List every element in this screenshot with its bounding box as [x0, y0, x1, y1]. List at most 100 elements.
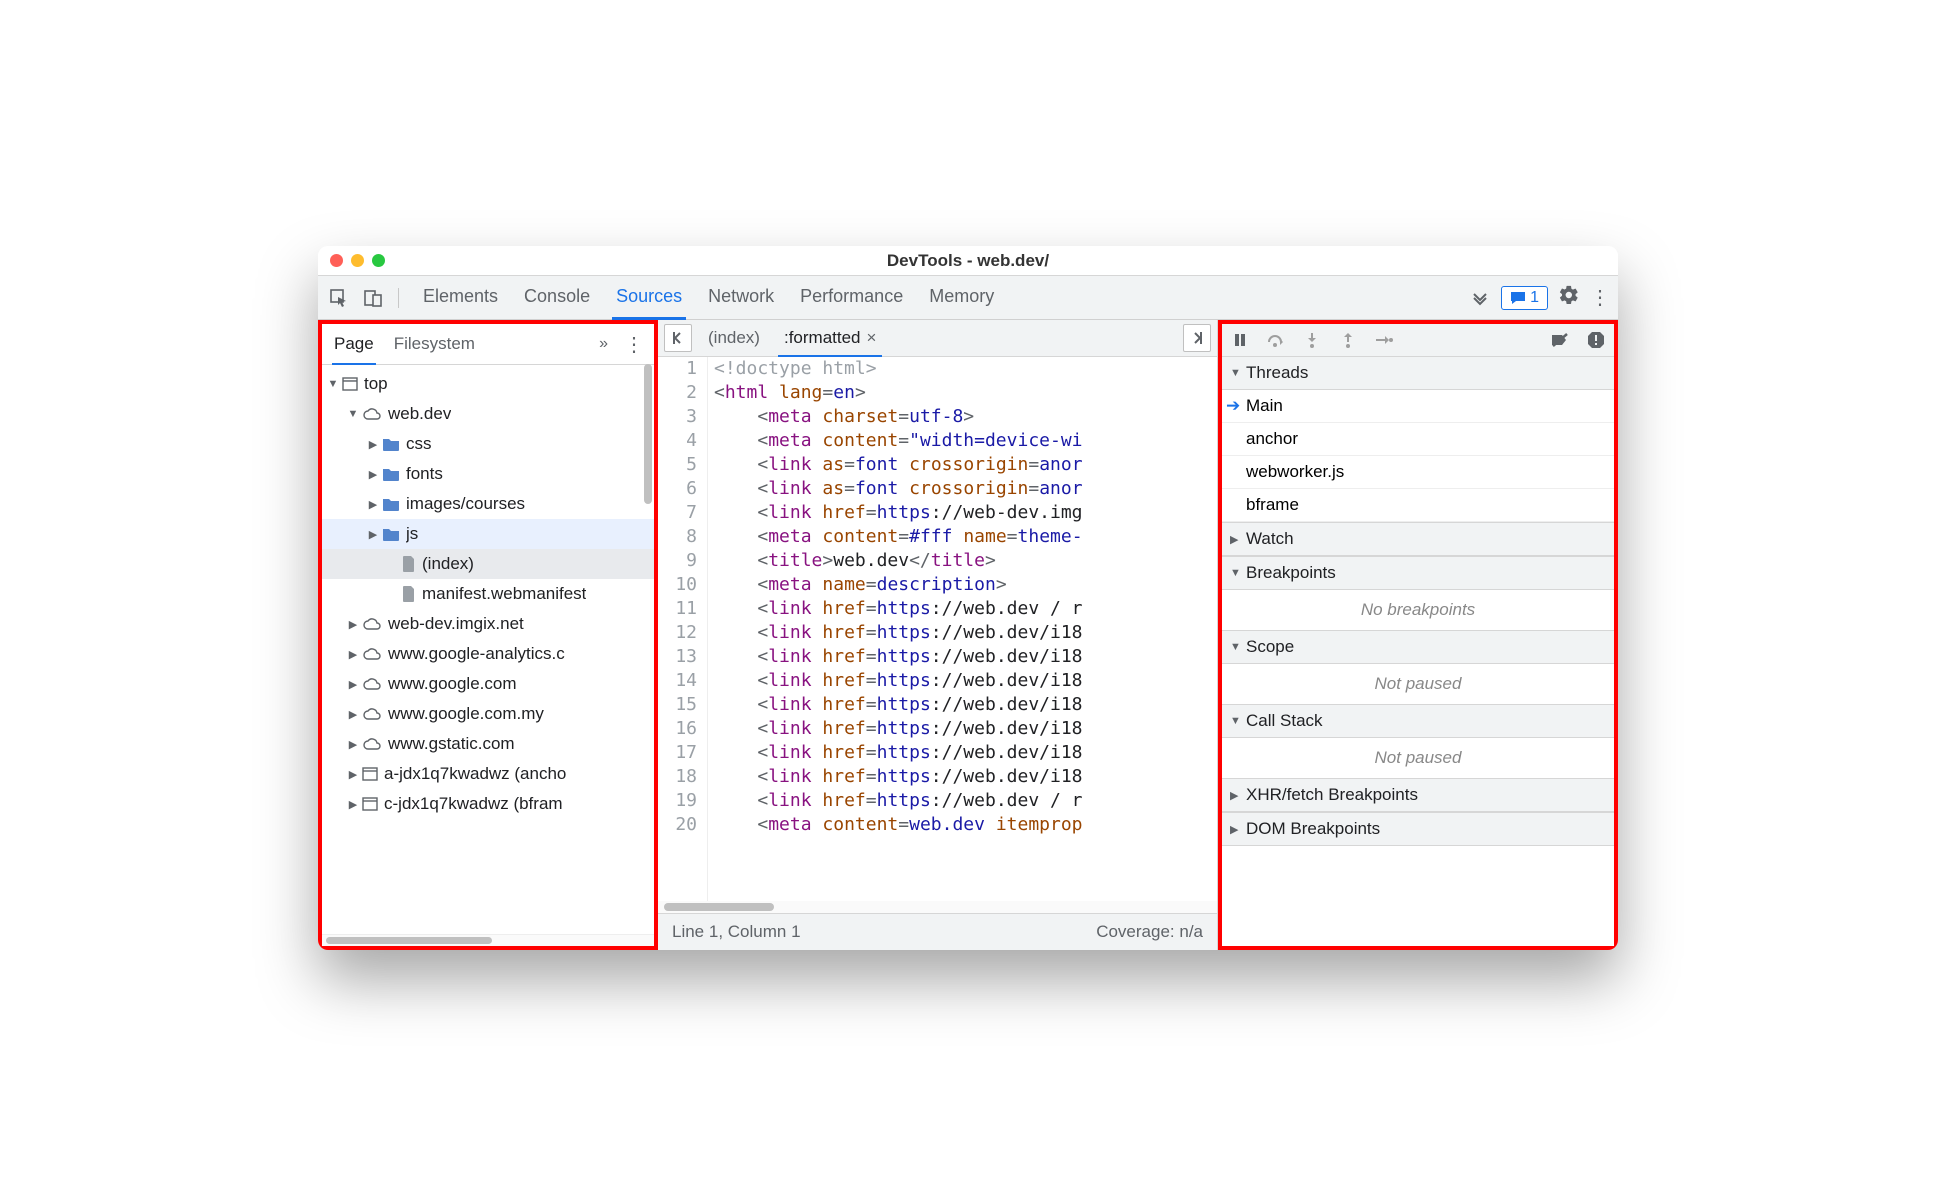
- section-title: Threads: [1246, 363, 1308, 383]
- file-icon: [402, 586, 416, 602]
- tree-item[interactable]: ▶www.google.com.my: [322, 699, 654, 729]
- debugger-sections: ▼Threads➔Mainanchorwebworker.jsbframe▶Wa…: [1222, 357, 1614, 846]
- divider: [398, 288, 399, 308]
- panel-tab-elements[interactable]: Elements: [419, 280, 502, 315]
- section-body: Not paused: [1222, 664, 1614, 704]
- tree-item[interactable]: ▶ css: [322, 429, 654, 459]
- tree-item-label: (index): [422, 554, 474, 574]
- cloud-icon: [362, 707, 382, 721]
- pause-icon[interactable]: [1228, 328, 1252, 352]
- tree-item[interactable]: (index): [322, 549, 654, 579]
- close-window-button[interactable]: [330, 254, 343, 267]
- tree-item[interactable]: ▶www.google-analytics.c: [322, 639, 654, 669]
- expand-arrow-icon[interactable]: ▼: [346, 408, 360, 420]
- navigator-options-icon[interactable]: ⋮: [624, 332, 644, 357]
- section-header-breakpoints[interactable]: ▼Breakpoints: [1222, 556, 1614, 590]
- expand-arrow-icon[interactable]: ▶: [346, 768, 360, 781]
- code-editor[interactable]: 1234567891011121314151617181920 <!doctyp…: [658, 357, 1217, 901]
- vertical-scrollbar[interactable]: [644, 364, 652, 504]
- panel-tab-console[interactable]: Console: [520, 280, 594, 315]
- window-icon: [362, 797, 378, 811]
- editor-tab[interactable]: (index): [698, 324, 770, 352]
- close-tab-icon[interactable]: ×: [867, 328, 877, 347]
- thread-item[interactable]: anchor: [1222, 423, 1614, 456]
- folder-icon: [382, 467, 400, 481]
- expand-arrow-icon[interactable]: ▶: [366, 438, 380, 451]
- editor-next-button[interactable]: [1183, 324, 1211, 352]
- thread-item[interactable]: ➔Main: [1222, 390, 1614, 423]
- more-navigator-tabs-icon[interactable]: »: [599, 335, 608, 353]
- tree-item[interactable]: ▶fonts: [322, 459, 654, 489]
- expand-arrow-icon[interactable]: ▶: [346, 618, 360, 631]
- inspect-element-icon[interactable]: [326, 285, 352, 311]
- expand-arrow-icon[interactable]: ▶: [346, 798, 360, 811]
- code-content: <!doctype html><html lang=en> <meta char…: [708, 357, 1217, 901]
- section-header-xhr-fetch-breakpoints[interactable]: ▶XHR/fetch Breakpoints: [1222, 778, 1614, 812]
- tree-item[interactable]: ▼ web.dev: [322, 399, 654, 429]
- pause-exceptions-icon[interactable]: [1584, 328, 1608, 352]
- section-header-call-stack[interactable]: ▼Call Stack: [1222, 704, 1614, 738]
- editor-tab[interactable]: :formatted×: [774, 324, 886, 352]
- minimize-window-button[interactable]: [351, 254, 364, 267]
- step-over-icon[interactable]: [1264, 328, 1288, 352]
- thread-item[interactable]: bframe: [1222, 489, 1614, 522]
- expand-arrow-icon: ▶: [1230, 823, 1246, 836]
- tree-item[interactable]: ▶ js: [322, 519, 654, 549]
- section-header-watch[interactable]: ▶Watch: [1222, 522, 1614, 556]
- tree-item[interactable]: ▶images/courses: [322, 489, 654, 519]
- section-body: No breakpoints: [1222, 590, 1614, 630]
- tree-item-label: www.google.com: [388, 674, 517, 694]
- expand-arrow-icon[interactable]: ▼: [326, 378, 340, 390]
- window-controls: [330, 254, 385, 267]
- expand-arrow-icon[interactable]: ▶: [366, 498, 380, 511]
- step-into-icon[interactable]: [1300, 328, 1324, 352]
- messages-badge[interactable]: 1: [1501, 286, 1548, 310]
- tree-item[interactable]: ▶a-jdx1q7kwadwz (ancho: [322, 759, 654, 789]
- tree-item[interactable]: ▶ www.google.com: [322, 669, 654, 699]
- cloud-icon: [362, 647, 382, 661]
- deactivate-breakpoints-icon[interactable]: [1548, 328, 1572, 352]
- thread-item[interactable]: webworker.js: [1222, 456, 1614, 489]
- panel-tabs: Elements Console Sources Network Performance…: [411, 280, 1459, 315]
- settings-icon[interactable]: [1558, 284, 1580, 311]
- panel-tab-sources[interactable]: Sources: [612, 280, 686, 315]
- navigator-tabs: Page Filesystem » ⋮: [322, 324, 654, 365]
- thread-label: anchor: [1246, 429, 1298, 449]
- expand-arrow-icon: ▶: [1230, 789, 1246, 802]
- folder-icon: [382, 497, 400, 511]
- maximize-window-button[interactable]: [372, 254, 385, 267]
- horizontal-scrollbar[interactable]: [322, 934, 654, 946]
- tree-item[interactable]: ▶www.gstatic.com: [322, 729, 654, 759]
- expand-arrow-icon[interactable]: ▶: [346, 678, 360, 691]
- more-options-icon[interactable]: ⋮: [1590, 285, 1610, 310]
- expand-arrow-icon[interactable]: ▶: [346, 648, 360, 661]
- section-header-threads[interactable]: ▼Threads: [1222, 357, 1614, 390]
- step-out-icon[interactable]: [1336, 328, 1360, 352]
- expand-arrow-icon[interactable]: ▶: [366, 528, 380, 541]
- expand-arrow-icon[interactable]: ▶: [346, 708, 360, 721]
- tree-item[interactable]: manifest.webmanifest: [322, 579, 654, 609]
- tree-item-label: web.dev: [388, 404, 451, 424]
- tree-item[interactable]: ▶c-jdx1q7kwadwz (bfram: [322, 789, 654, 819]
- more-tabs-icon[interactable]: [1467, 285, 1493, 311]
- expand-arrow-icon[interactable]: ▶: [346, 738, 360, 751]
- editor-horizontal-scrollbar[interactable]: [658, 901, 1217, 913]
- panel-tab-memory[interactable]: Memory: [925, 280, 998, 315]
- tree-item-label: js: [406, 524, 418, 544]
- tree-item-label: css: [406, 434, 432, 454]
- device-toolbar-icon[interactable]: [360, 285, 386, 311]
- tree-item[interactable]: ▶web-dev.imgix.net: [322, 609, 654, 639]
- expand-arrow-icon[interactable]: ▶: [366, 468, 380, 481]
- step-icon[interactable]: [1372, 328, 1396, 352]
- navigator-tab-page[interactable]: Page: [332, 330, 376, 358]
- section-title: Breakpoints: [1246, 563, 1336, 583]
- section-header-dom-breakpoints[interactable]: ▶DOM Breakpoints: [1222, 812, 1614, 846]
- navigator-tab-filesystem[interactable]: Filesystem: [392, 330, 477, 358]
- section-header-scope[interactable]: ▼Scope: [1222, 630, 1614, 664]
- devtools-window: DevTools - web.dev/ ElementsConsoleSourc…: [318, 246, 1618, 950]
- expand-arrow-icon: ▼: [1230, 715, 1246, 727]
- tree-item[interactable]: ▼top: [322, 369, 654, 399]
- panel-tab-network[interactable]: Network: [704, 280, 778, 315]
- editor-prev-button[interactable]: [664, 324, 692, 352]
- panel-tab-performance[interactable]: Performance: [796, 280, 907, 315]
